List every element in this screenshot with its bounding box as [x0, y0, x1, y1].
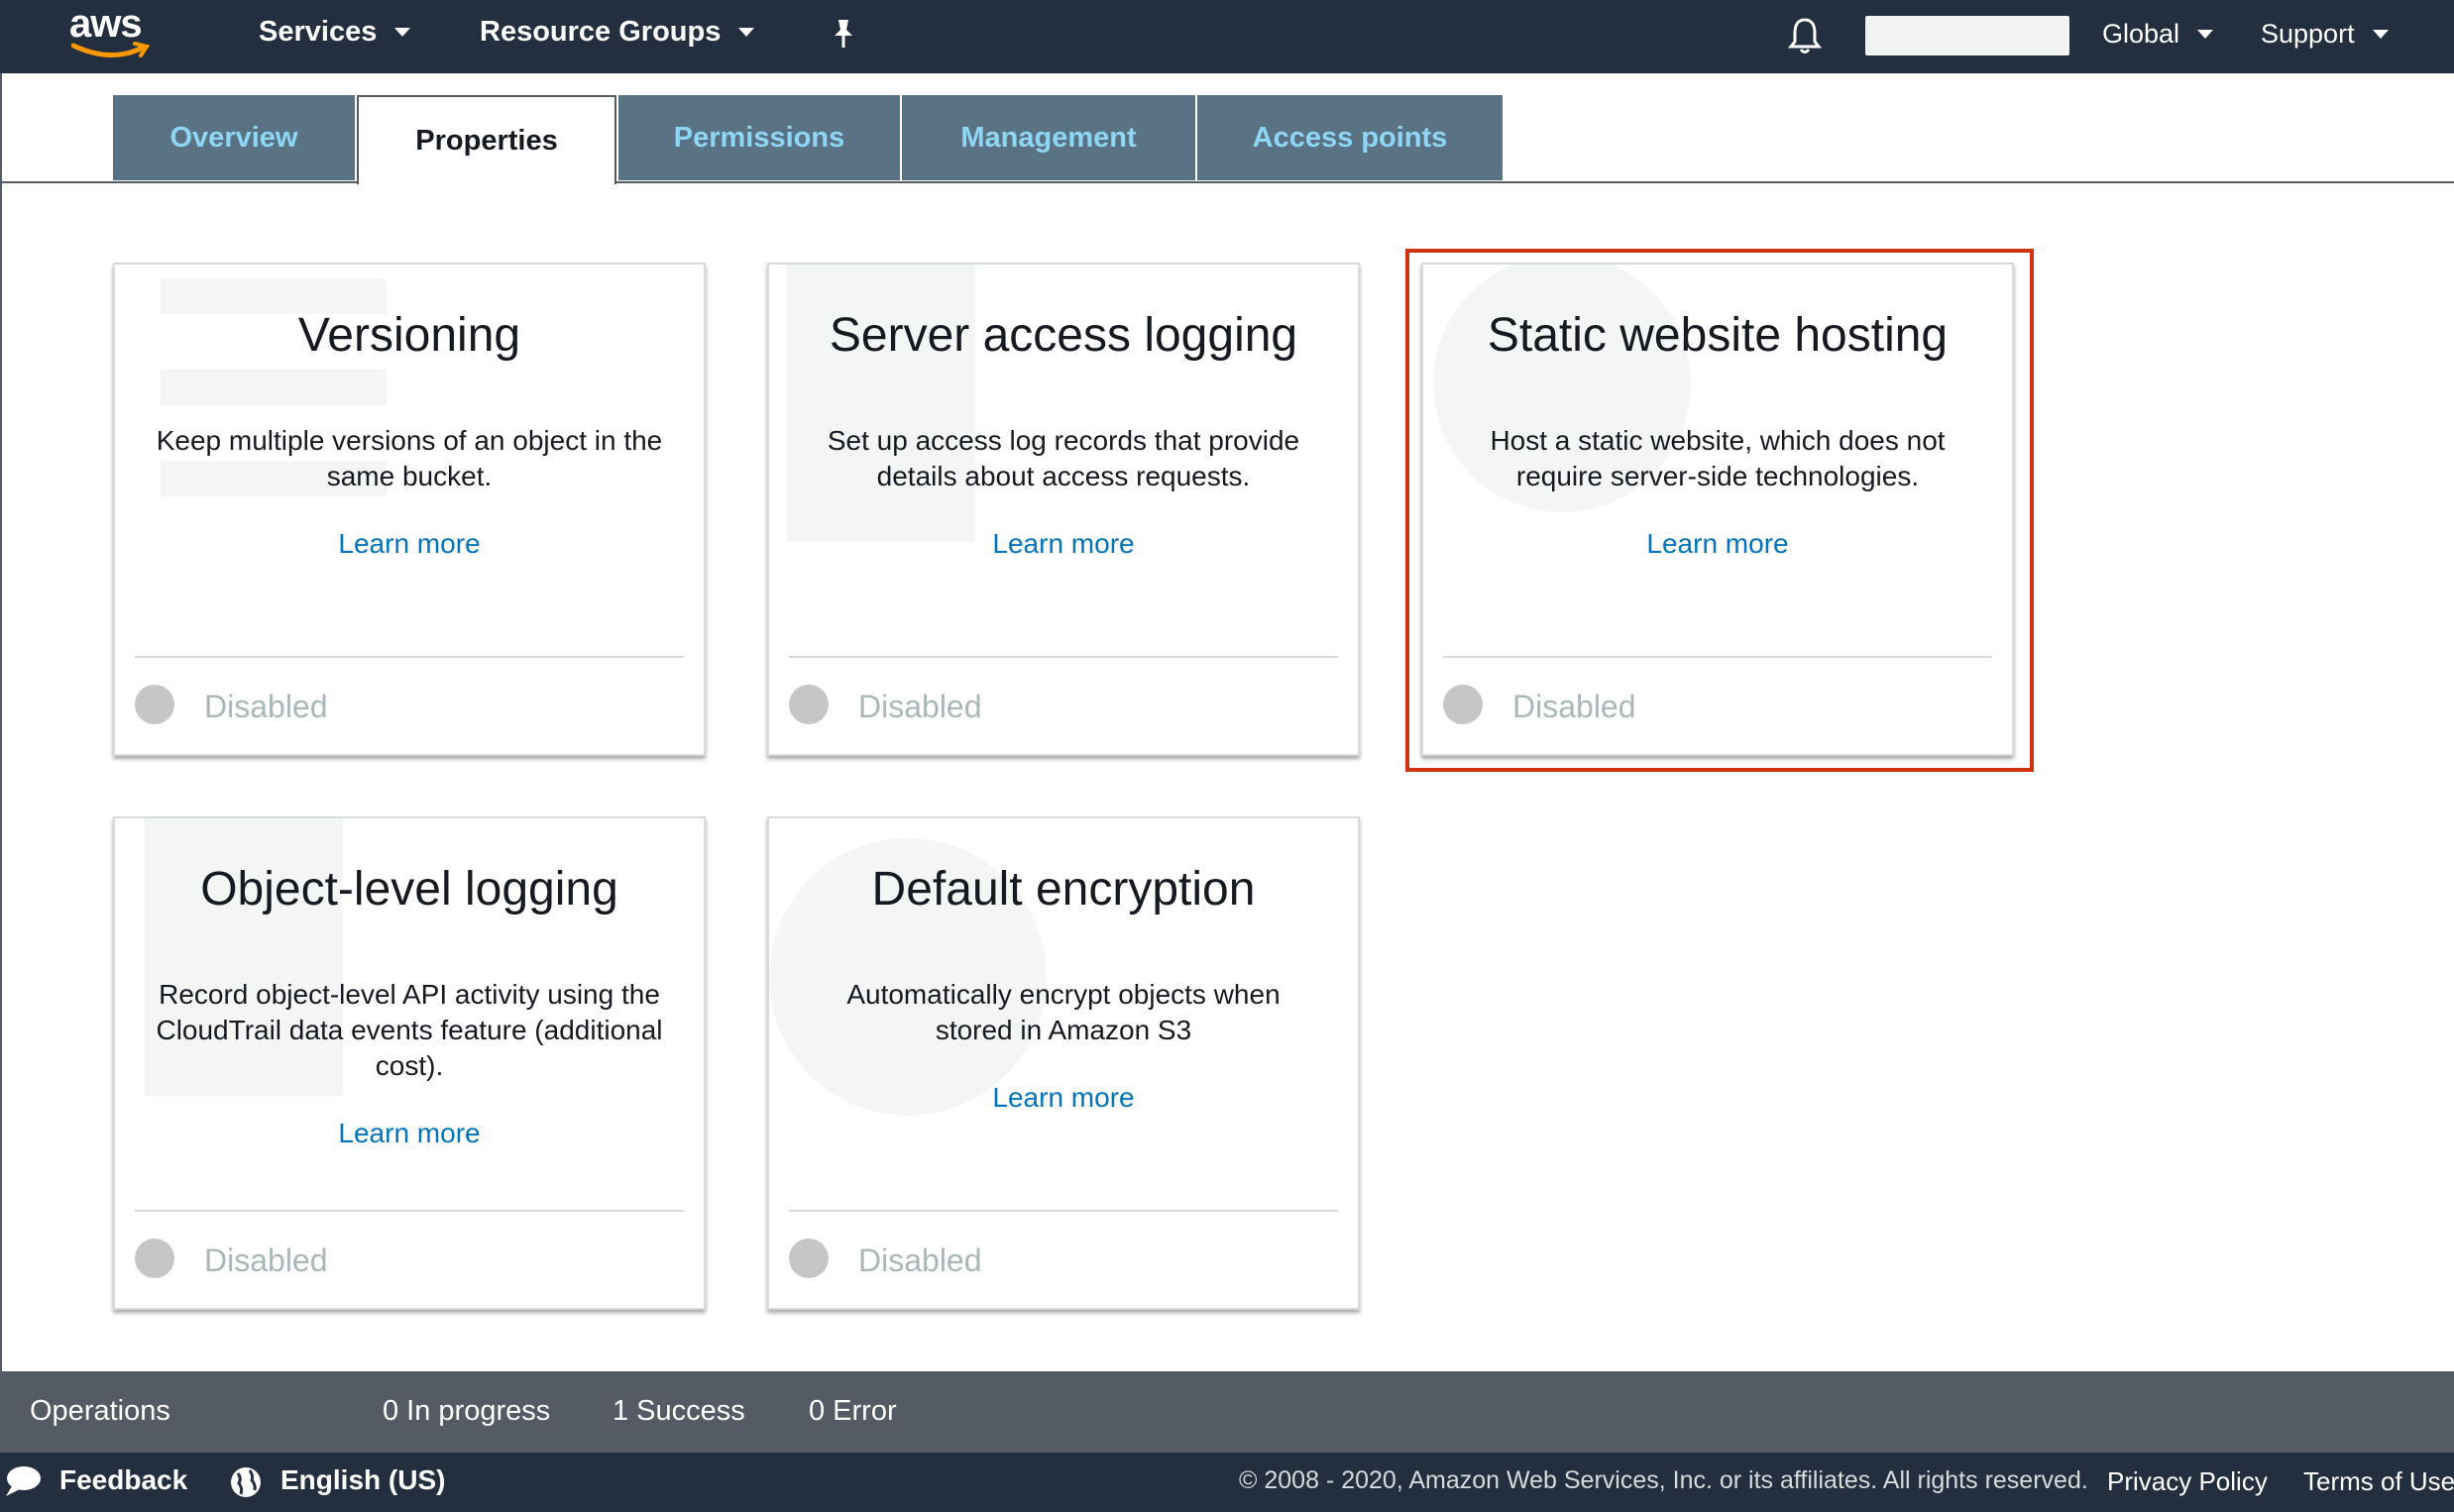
copyright-text: © 2008 - 2020, Amazon Web Services, Inc.… [1239, 1466, 2088, 1494]
feedback-link[interactable]: Feedback [59, 1464, 187, 1496]
card-background-graphic [787, 265, 975, 542]
region-label: Global [2102, 19, 2180, 49]
versioning-card[interactable]: Versioning Keep multiple versions of an … [113, 263, 706, 756]
status-indicator [789, 1239, 829, 1278]
chevron-down-icon [2197, 30, 2214, 39]
operations-success[interactable]: 1 Success [613, 1395, 745, 1428]
card-description: Set up access log records that provide d… [827, 425, 1300, 491]
status-indicator [135, 1239, 174, 1278]
tab-access-points[interactable]: Access points [1197, 95, 1503, 180]
tab-management[interactable]: Management [902, 95, 1195, 180]
globe-icon [231, 1467, 261, 1497]
operations-in-progress[interactable]: 0 In progress [383, 1395, 550, 1428]
card-description: Record object-level API activity using t… [156, 979, 663, 1081]
object-level-logging-card[interactable]: Object-level logging Record object-level… [113, 816, 706, 1310]
support-menu[interactable]: Support [2261, 19, 2389, 50]
status-label: Disabled [204, 1242, 328, 1278]
bell-icon[interactable] [1787, 16, 1823, 55]
card-divider [789, 1210, 1338, 1212]
learn-more-link[interactable]: Learn more [769, 1082, 1358, 1114]
card-title: Server access logging [829, 309, 1298, 362]
services-label: Services [259, 16, 378, 48]
status-label: Disabled [858, 689, 982, 724]
account-menu[interactable] [1865, 16, 2069, 55]
resource-groups-label: Resource Groups [480, 16, 722, 48]
terms-of-use-link[interactable]: Terms of Use [2303, 1466, 2454, 1497]
content-border [0, 73, 2, 1371]
language-selector[interactable]: English (US) [280, 1464, 445, 1496]
support-label: Support [2261, 19, 2355, 49]
default-encryption-card[interactable]: Default encryption Automatically encrypt… [767, 816, 1360, 1310]
tab-permissions[interactable]: Permissions [618, 95, 900, 180]
card-title: Default encryption [871, 863, 1256, 916]
learn-more-link[interactable]: Learn more [769, 528, 1358, 560]
status-label: Disabled [858, 1242, 982, 1278]
pin-icon[interactable] [829, 18, 858, 52]
card-description: Keep multiple versions of an object in t… [156, 425, 663, 491]
card-background-graphic [161, 370, 387, 405]
card-description: Automatically encrypt objects when store… [846, 979, 1281, 1045]
services-menu[interactable]: Services [259, 16, 411, 49]
status-label: Disabled [204, 689, 328, 724]
learn-more-link[interactable]: Learn more [115, 528, 704, 560]
chevron-down-icon [394, 28, 411, 37]
card-divider [135, 656, 684, 658]
card-title: Versioning [297, 309, 521, 362]
status-indicator [135, 685, 174, 724]
privacy-policy-link[interactable]: Privacy Policy [2107, 1466, 2268, 1497]
operations-bar: Operations 0 In progress 1 Success 0 Err… [0, 1371, 2454, 1453]
speech-bubble-icon [6, 1466, 41, 1496]
chevron-down-icon [738, 28, 755, 37]
status-indicator [789, 685, 829, 724]
aws-smile-icon [71, 42, 151, 58]
card-title: Object-level logging [200, 863, 618, 916]
learn-more-link[interactable]: Learn more [115, 1118, 704, 1149]
footer: Feedback English (US) © 2008 - 2020, Ama… [0, 1453, 2454, 1512]
chevron-down-icon [2372, 30, 2389, 39]
aws-logo-text: aws [69, 2, 143, 46]
tab-properties[interactable]: Properties [357, 95, 616, 184]
server-access-logging-card[interactable]: Server access logging Set up access log … [767, 263, 1360, 756]
aws-logo[interactable]: aws [69, 2, 153, 63]
resource-groups-menu[interactable]: Resource Groups [480, 16, 755, 49]
card-divider [789, 656, 1338, 658]
highlight-box [1405, 249, 2034, 772]
operations-error[interactable]: 0 Error [809, 1395, 897, 1428]
operations-label[interactable]: Operations [30, 1395, 170, 1428]
tab-overview[interactable]: Overview [113, 95, 355, 180]
region-menu[interactable]: Global [2102, 19, 2214, 50]
card-divider [135, 1210, 684, 1212]
top-navigation-bar: aws Services Resource Groups Global Supp… [0, 0, 2454, 73]
